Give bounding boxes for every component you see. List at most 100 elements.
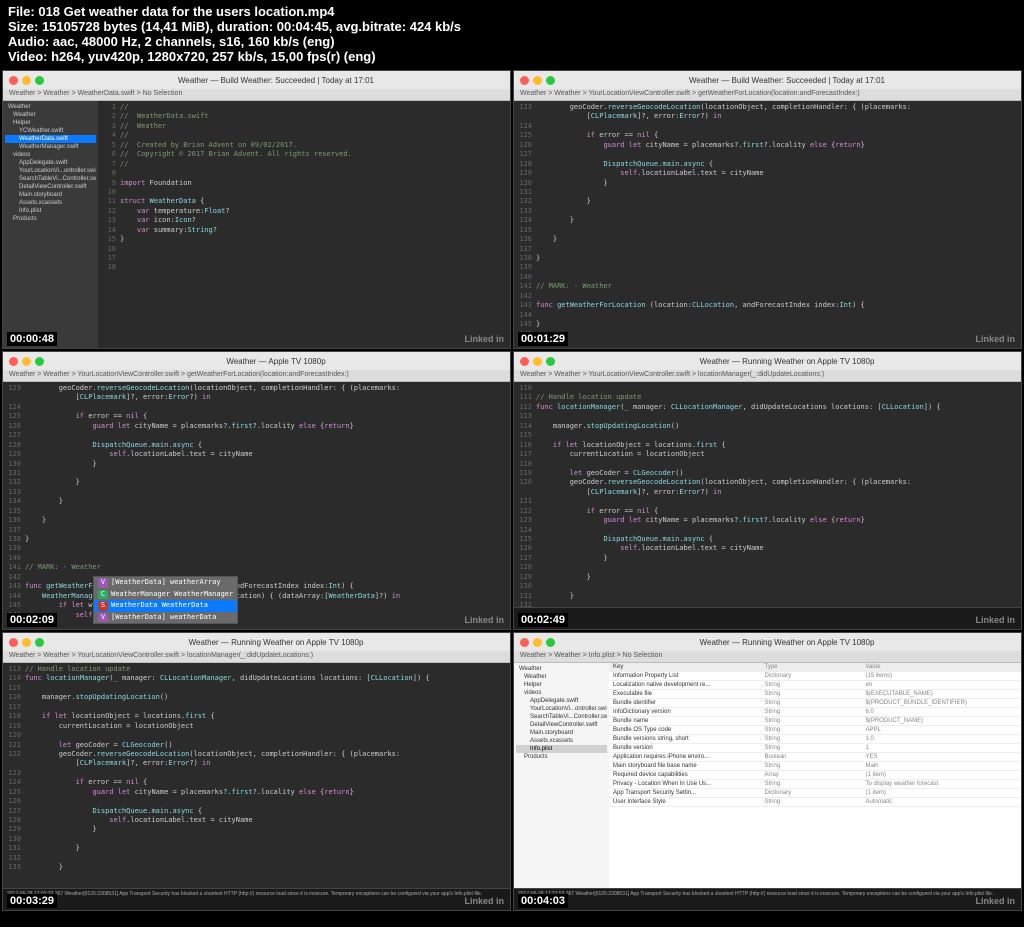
plist-row[interactable]: Bundle versionString1 — [609, 744, 1021, 753]
plist-row[interactable]: Main storyboard file base nameStringMain — [609, 762, 1021, 771]
code-editor[interactable]: 1//2// WeatherData.swift3// Weather4//5/… — [98, 101, 510, 348]
code-line: [CLPlacemark]?, error:Error?) in — [3, 759, 510, 768]
thumbnail-5[interactable]: Weather — Running Weather on Apple TV 10… — [513, 632, 1022, 911]
close-icon[interactable] — [9, 76, 18, 85]
thumbnail-2[interactable]: Weather — Apple TV 1080pWeather > Weathe… — [2, 351, 511, 630]
minimize-icon[interactable] — [533, 76, 542, 85]
sidebar-item[interactable]: Weather — [516, 673, 607, 681]
sidebar-item[interactable]: DetailViewController.swift — [516, 721, 607, 729]
sidebar-item[interactable]: YourLocationVi...ontroller.swift — [5, 167, 96, 175]
breadcrumb[interactable]: Weather > Weather > YourLocationViewCont… — [514, 89, 1021, 101]
plist-row[interactable]: Bundle versions string, shortString1.0 — [609, 735, 1021, 744]
autocomplete-item[interactable]: V[WeatherData] weatherData — [94, 612, 237, 623]
sidebar-item[interactable]: Helper — [516, 681, 607, 689]
console-output[interactable]: 2017-06-28 17:02:32.367 Weather[9126:230… — [3, 888, 510, 910]
code-line: 126 — [3, 797, 510, 806]
plist-row[interactable]: Bundle identifierString$(PRODUCT_BUNDLE_… — [609, 699, 1021, 708]
plist-row[interactable]: User Interface StyleStringAutomatic — [609, 798, 1021, 807]
sidebar-item[interactable]: Helper — [5, 119, 96, 127]
project-navigator[interactable]: WeatherWeatherHelpervideosAppDelegate.sw… — [514, 663, 609, 910]
code-line: 128 self.locationLabel.text = cityName — [3, 816, 510, 825]
plist-row[interactable]: InfoDictionary versionString6.0 — [609, 708, 1021, 717]
plist-row[interactable]: Bundle nameString$(PRODUCT_NAME) — [609, 717, 1021, 726]
project-navigator[interactable]: WeatherWeatherHelperYCWeather.swiftWeath… — [3, 101, 98, 348]
sidebar-item[interactable]: Info.plist — [516, 745, 607, 753]
code-line: 125 if error == nil { — [514, 131, 1021, 140]
plist-row[interactable]: Application requires iPhone enviro...Boo… — [609, 753, 1021, 762]
autocomplete-item[interactable]: SWeatherData WeatherData — [94, 600, 237, 611]
thumbnail-0[interactable]: Weather — Build Weather: Succeeded | Tod… — [2, 70, 511, 349]
minimize-icon[interactable] — [533, 357, 542, 366]
sidebar-item[interactable]: Products — [5, 215, 96, 223]
sidebar-item[interactable]: AppDelegate.swift — [516, 697, 607, 705]
close-icon[interactable] — [520, 76, 529, 85]
sidebar-item[interactable]: DetailViewController.swift — [5, 183, 96, 191]
timestamp-overlay: 00:03:29 — [7, 894, 57, 908]
maximize-icon[interactable] — [546, 357, 555, 366]
autocomplete-popup[interactable]: V[WeatherData] weatherArrayCWeatherManag… — [93, 576, 238, 624]
code-editor[interactable]: 123 geoCoder.reverseGeocodeLocation(loca… — [3, 382, 510, 629]
maximize-icon[interactable] — [35, 76, 44, 85]
breadcrumb[interactable]: Weather > Weather > WeatherData.swift > … — [3, 89, 510, 101]
sidebar-item[interactable]: Weather — [5, 111, 96, 119]
breadcrumb[interactable]: Weather > Weather > YourLocationViewCont… — [514, 370, 1021, 382]
maximize-icon[interactable] — [35, 357, 44, 366]
console-output[interactable]: 2017-06-28 17:22:53.367 Weather[9126:230… — [514, 888, 1021, 910]
close-icon[interactable] — [520, 638, 529, 647]
sidebar-item[interactable]: SearchTableVi...Controller.swift — [5, 175, 96, 183]
breadcrumb[interactable]: Weather > Weather > YourLocationViewCont… — [3, 370, 510, 382]
autocomplete-item[interactable]: CWeatherManager WeatherManager — [94, 589, 237, 600]
plist-row[interactable]: Bundle OS Type codeStringAPPL — [609, 726, 1021, 735]
maximize-icon[interactable] — [546, 638, 555, 647]
sidebar-item[interactable]: Products — [516, 753, 607, 761]
sidebar-item[interactable]: Assets.xcassets — [5, 199, 96, 207]
code-line: 146 — [514, 330, 1021, 339]
sidebar-item[interactable]: WeatherData.swift — [5, 135, 96, 143]
minimize-icon[interactable] — [22, 357, 31, 366]
thumbnail-1[interactable]: Weather — Build Weather: Succeeded | Tod… — [513, 70, 1022, 349]
plist-row[interactable]: Executable fileString$(EXECUTABLE_NAME) — [609, 690, 1021, 699]
plist-row[interactable]: App Transport Security Settin...Dictiona… — [609, 789, 1021, 798]
maximize-icon[interactable] — [546, 76, 555, 85]
breadcrumb[interactable]: Weather > Weather > YourLocationViewCont… — [3, 651, 510, 663]
plist-row[interactable]: Required device capabilitiesArray(1 item… — [609, 771, 1021, 780]
sidebar-item[interactable]: Info.plist — [5, 207, 96, 215]
sidebar-item[interactable]: WeatherManager.swift — [5, 143, 96, 151]
minimize-icon[interactable] — [22, 76, 31, 85]
sidebar-item[interactable]: Main.storyboard — [5, 191, 96, 199]
sidebar-item[interactable]: videos — [5, 151, 96, 159]
minimize-icon[interactable] — [533, 638, 542, 647]
code-line: 119 let geoCoder = CLGeocoder() — [514, 469, 1021, 478]
close-icon[interactable] — [520, 357, 529, 366]
sidebar-item[interactable]: Assets.xcassets — [516, 737, 607, 745]
minimize-icon[interactable] — [22, 638, 31, 647]
maximize-icon[interactable] — [35, 638, 44, 647]
sidebar-item[interactable]: videos — [516, 689, 607, 697]
code-line: 121 — [514, 497, 1021, 506]
code-editor[interactable]: 123 geoCoder.reverseGeocodeLocation(loca… — [514, 101, 1021, 348]
sidebar-item[interactable]: YourLocationVi...ontroller.swift — [516, 705, 607, 713]
plist-row[interactable]: Information Property ListDictionary(15 i… — [609, 672, 1021, 681]
sidebar-item[interactable]: SearchTableVi...Controller.swift — [516, 713, 607, 721]
thumbnail-3[interactable]: Weather — Running Weather on Apple TV 10… — [513, 351, 1022, 630]
sidebar-item[interactable]: Main.storyboard — [516, 729, 607, 737]
sidebar-item[interactable]: AppDelegate.swift — [5, 159, 96, 167]
code-line: 145} — [514, 320, 1021, 329]
close-icon[interactable] — [9, 638, 18, 647]
plist-editor[interactable]: KeyTypeValueInformation Property ListDic… — [609, 663, 1021, 910]
breadcrumb[interactable]: Weather > Weather > Info.plist > No Sele… — [514, 651, 1021, 663]
plist-row[interactable]: Privacy - Location When In Use Us...Stri… — [609, 780, 1021, 789]
thumbnail-4[interactable]: Weather — Running Weather on Apple TV 10… — [2, 632, 511, 911]
code-line: 16 — [98, 245, 510, 254]
code-editor[interactable]: 110111// Handle location update112func l… — [514, 382, 1021, 629]
linkedin-watermark: Linked in — [975, 615, 1015, 625]
plist-row[interactable]: Localization native development re...Str… — [609, 681, 1021, 690]
code-line: 133 } — [3, 863, 510, 872]
console-output[interactable] — [514, 607, 1021, 629]
close-icon[interactable] — [9, 357, 18, 366]
autocomplete-item[interactable]: V[WeatherData] weatherArray — [94, 577, 237, 588]
sidebar-item[interactable]: Weather — [5, 103, 96, 111]
sidebar-item[interactable]: Weather — [516, 665, 607, 673]
code-editor[interactable]: 113// Handle location update114func loca… — [3, 663, 510, 910]
sidebar-item[interactable]: YCWeather.swift — [5, 127, 96, 135]
